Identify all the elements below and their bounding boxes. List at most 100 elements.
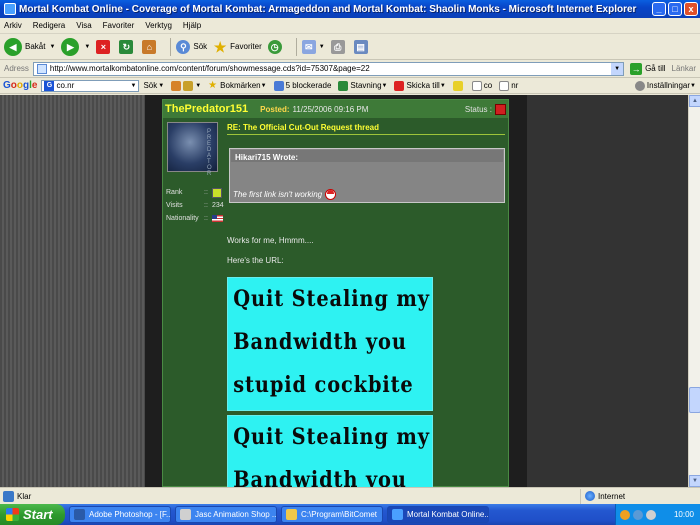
address-input[interactable]: http://www.mortalkombatonline.com/conten…	[32, 61, 625, 76]
folder-icon	[286, 509, 297, 520]
links-button[interactable]: Länkar	[672, 64, 696, 73]
menu-visa[interactable]: Visa	[76, 21, 91, 30]
title-bar[interactable]: Mortal Kombat Online - Coverage of Morta…	[0, 0, 700, 18]
go-arrow-icon: →	[630, 62, 643, 75]
chevron-down-icon[interactable]: ▼	[319, 44, 325, 50]
windows-logo-icon	[6, 508, 19, 521]
tray-volume-icon[interactable]	[646, 509, 656, 520]
home-button[interactable]: ⌂	[142, 39, 159, 54]
left-background-panel	[0, 95, 145, 487]
quote-text-row: The first link isn't working	[233, 189, 337, 200]
taskbar: Start Adobe Photoshop - [F... Jasc Anima…	[0, 504, 700, 525]
post-author[interactable]: ThePredator151	[165, 103, 248, 115]
chevron-down-icon[interactable]: ▼	[158, 83, 164, 89]
search-term-nr[interactable]: nr	[499, 80, 518, 91]
tray-network-icon[interactable]	[633, 509, 643, 520]
news-icon	[183, 80, 194, 91]
address-url[interactable]: http://www.mortalkombatonline.com/conten…	[50, 64, 611, 73]
window-title: Mortal Kombat Online - Coverage of Morta…	[19, 3, 637, 15]
nationality-row: Nationality ::	[166, 212, 224, 225]
tray-app-icon[interactable]	[620, 509, 630, 520]
toolbar-divider	[295, 37, 297, 56]
chevron-down-icon[interactable]: ▼	[195, 83, 201, 89]
print-button[interactable]: ⎙	[330, 39, 348, 54]
google-search-button[interactable]: Sök ▼	[143, 81, 164, 90]
menu-hjalp[interactable]: Hjälp	[183, 21, 201, 30]
clock[interactable]: 10:00	[674, 510, 694, 519]
popup-blocker-button[interactable]: 5 blockerade	[273, 80, 332, 91]
google-logo[interactable]: Google	[3, 80, 37, 91]
separator: ::	[204, 215, 208, 222]
status-bar: Klar Internet	[0, 487, 700, 504]
visits-row: Visits :: 234	[166, 199, 224, 212]
history-button[interactable]: ◷	[267, 39, 285, 54]
user-avatar[interactable]: P R E D A T O R	[167, 122, 218, 177]
chevron-down-icon[interactable]: ▼	[128, 83, 138, 89]
search-term-co[interactable]: co	[471, 80, 493, 91]
hotlink-warning-image[interactable]: Quit Stealing my Bandwidth you	[227, 415, 433, 487]
ie-icon	[392, 509, 403, 520]
maximize-button[interactable]: □	[668, 2, 682, 16]
close-button[interactable]: x	[684, 2, 698, 16]
task-photoshop[interactable]: Adobe Photoshop - [F...	[69, 506, 171, 523]
refresh-button[interactable]: ↻	[119, 39, 136, 54]
go-button[interactable]: → Gå till	[630, 62, 666, 75]
task-label: Jasc Animation Shop ...	[195, 510, 277, 519]
nationality-label: Nationality	[166, 215, 199, 222]
chevron-down-icon: ▼	[260, 82, 267, 89]
task-animation-shop[interactable]: Jasc Animation Shop ...	[175, 506, 277, 523]
scrollbar-thumb[interactable]	[689, 387, 700, 413]
bookmarks-button[interactable]: ★ Bokmärken ▼	[208, 80, 267, 91]
spellcheck-button[interactable]: Stavning ▼	[338, 80, 387, 91]
scroll-up-arrow-icon[interactable]: ▲	[689, 95, 700, 107]
scroll-down-arrow-icon[interactable]: ▼	[689, 475, 700, 487]
logo-letter: G	[3, 80, 11, 91]
task-internet-explorer[interactable]: Mortal Kombat Online...	[387, 506, 489, 523]
blocked-label: 5 blockerade	[285, 81, 332, 90]
search-icon: ⚲	[176, 39, 191, 54]
menu-verktyg[interactable]: Verktyg	[145, 21, 172, 30]
vertical-scrollbar[interactable]: ▲ ▼	[688, 95, 700, 487]
post-line-1: Works for me, Hmmm....	[227, 236, 314, 245]
term-co-label: co	[483, 81, 493, 90]
task-bitcomet-folder[interactable]: C:\Program\BitComet	[281, 506, 383, 523]
highlight-button[interactable]	[452, 80, 465, 91]
chevron-down-icon[interactable]: ▼	[611, 62, 624, 75]
forward-button[interactable]: ▶ ▼	[61, 37, 90, 56]
hotlink-warning-image[interactable]: Quit Stealing my Bandwidth you stupid co…	[227, 277, 433, 411]
start-label: Start	[23, 507, 53, 522]
search-button[interactable]: ⚲ Sök	[176, 39, 207, 54]
google-search-value[interactable]: co.nr	[56, 81, 128, 90]
favorites-button[interactable]: ★ Favoriter	[213, 40, 262, 54]
address-bar: Adress http://www.mortalkombatonline.com…	[0, 60, 700, 78]
address-label: Adress	[4, 64, 29, 73]
chevron-down-icon: ▼	[690, 82, 696, 89]
status-label: Status :	[464, 104, 492, 114]
popup-blocker-icon	[273, 80, 284, 91]
edit-button[interactable]: ▤	[353, 39, 371, 54]
task-label: C:\Program\BitComet	[301, 510, 378, 519]
page-content: ThePredator151 Posted: 11/25/2006 09:16 …	[0, 95, 688, 487]
google-search-input[interactable]: G co.nr ▼	[41, 79, 140, 92]
menu-favoriter[interactable]: Favoriter	[103, 21, 135, 30]
minimize-button[interactable]: _	[652, 2, 666, 16]
chevron-down-icon[interactable]: ▼	[84, 44, 90, 50]
google-search-label: Sök	[143, 81, 158, 90]
mail-button[interactable]: ✉ ▼	[301, 39, 325, 54]
right-background-panel	[527, 95, 688, 487]
back-button[interactable]: ◀ Bakåt ▼	[4, 37, 55, 56]
start-button[interactable]: Start	[0, 504, 65, 525]
send-to-button[interactable]: Skicka till ▼	[394, 80, 446, 91]
page-icon	[36, 63, 47, 74]
settings-button[interactable]: Inställningar ▼	[634, 80, 696, 91]
forum-column: ThePredator151 Posted: 11/25/2006 09:16 …	[145, 95, 527, 487]
image-text-line: Quit Stealing my	[233, 286, 430, 312]
menu-arkiv[interactable]: Arkiv	[4, 21, 22, 30]
image-text-line: Bandwidth you	[233, 467, 407, 487]
post-line-2: Here's the URL:	[227, 256, 284, 265]
stop-button[interactable]: ×	[96, 39, 113, 54]
menu-redigera[interactable]: Redigera	[33, 21, 65, 30]
photoshop-icon	[74, 509, 85, 520]
chevron-down-icon[interactable]: ▼	[49, 44, 55, 50]
pagerank-button[interactable]: ▼	[171, 80, 201, 91]
